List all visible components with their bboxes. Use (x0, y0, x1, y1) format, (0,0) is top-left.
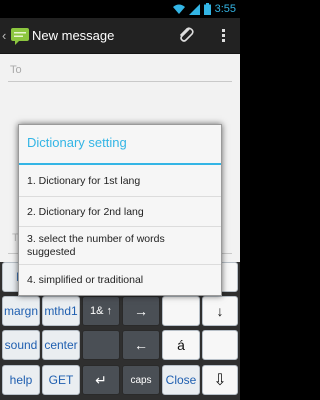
dialog-item-label: 2. Dictionary for 2nd lang (27, 206, 144, 218)
key-enter[interactable]: ↵ (82, 365, 120, 395)
dialog-item-2nd-lang[interactable]: 2. Dictionary for 2nd lang (19, 197, 221, 227)
down-arrow-icon: ↓ (216, 303, 224, 319)
key-right-arrow[interactable]: → (122, 296, 160, 326)
key-close[interactable]: Close (162, 365, 200, 395)
key-mthd1[interactable]: mthd1 (42, 296, 80, 326)
hide-keyboard-icon: ⇩ (213, 372, 227, 389)
right-arrow-icon: → (134, 303, 148, 319)
dialog-item-simplified-traditional[interactable]: 4. simplified or traditional (19, 265, 221, 295)
action-bar: ‹ New message (0, 18, 240, 54)
to-field[interactable] (8, 58, 232, 82)
dictionary-setting-dialog: Dictionary setting 1. Dictionary for 1st… (18, 124, 222, 296)
status-bar: 3:55 (0, 0, 240, 18)
battery-icon (203, 3, 211, 15)
key-blank-r2[interactable] (162, 296, 200, 326)
key-down-arrow[interactable]: ↓ (202, 296, 238, 326)
key-margn[interactable]: margn (2, 296, 40, 326)
key-label: center (44, 338, 78, 352)
key-center[interactable]: center (42, 330, 80, 360)
paperclip-icon[interactable] (178, 26, 194, 44)
to-input[interactable] (10, 62, 230, 78)
dialog-item-label: 1. Dictionary for 1st lang (27, 175, 141, 187)
key-label: help (9, 373, 33, 387)
overflow-menu-icon[interactable] (220, 28, 226, 44)
key-blank-dark[interactable] (82, 330, 120, 360)
status-time: 3:55 (214, 3, 236, 15)
back-caret-icon[interactable]: ‹ (2, 28, 6, 44)
key-get[interactable]: GET (42, 365, 80, 395)
key-sound[interactable]: sound (2, 330, 40, 360)
key-label: á (177, 337, 185, 353)
dialog-title: Dictionary setting (27, 135, 127, 150)
left-arrow-icon: ← (134, 337, 148, 353)
dialog-item-label: 3. select the number of words suggested (27, 233, 165, 258)
enter-icon: ↵ (95, 371, 107, 388)
messaging-app-icon[interactable] (10, 26, 30, 46)
signal-icon (188, 3, 200, 15)
key-label: mthd1 (44, 304, 78, 318)
key-blank-r3[interactable] (202, 330, 238, 360)
dialog-item-1st-lang[interactable]: 1. Dictionary for 1st lang (19, 165, 221, 197)
key-label: margn (3, 304, 38, 318)
key-symbols-shift[interactable]: 1& ↑ (82, 296, 120, 326)
dialog-item-label: 4. simplified or traditional (27, 274, 144, 286)
dialog-item-word-count[interactable]: 3. select the number of words suggested (19, 227, 221, 265)
key-a-acute[interactable]: á (162, 330, 200, 360)
key-label: GET (48, 373, 74, 387)
page-title: New message (32, 28, 115, 43)
key-hide-keyboard[interactable]: ⇩ (202, 365, 238, 395)
key-label: caps (130, 374, 152, 386)
key-label: sound (4, 338, 38, 352)
wifi-icon (172, 4, 185, 14)
key-label: 1& ↑ (89, 305, 112, 317)
key-help[interactable]: help (2, 365, 40, 395)
key-caps[interactable]: caps (122, 365, 160, 395)
key-left-arrow[interactable]: ← (122, 330, 160, 360)
key-label: Close (165, 373, 197, 387)
